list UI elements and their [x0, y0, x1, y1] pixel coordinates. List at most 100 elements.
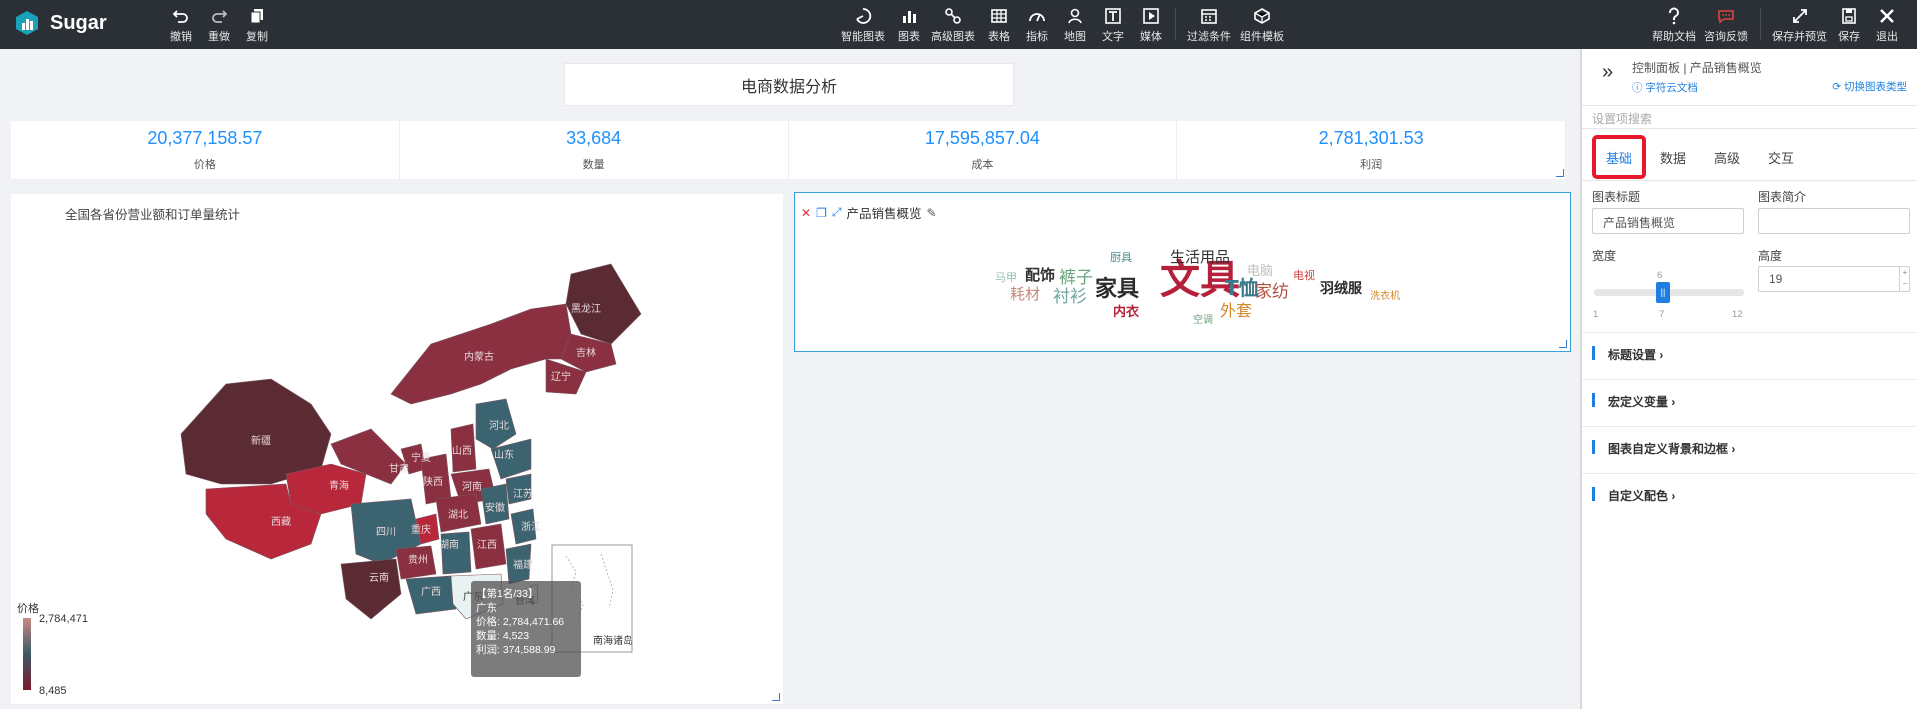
- province-label: 内蒙古: [464, 350, 494, 363]
- filter-button[interactable]: 过滤条件: [1187, 7, 1231, 44]
- help-doc-label: 帮助文档: [1652, 31, 1696, 43]
- resize-handle[interactable]: [772, 693, 780, 701]
- province-label: 青海: [329, 479, 349, 492]
- text-button[interactable]: 文字: [1102, 7, 1124, 44]
- legend-color-bar[interactable]: [23, 618, 31, 690]
- advanced-chart-icon: [945, 8, 961, 24]
- province-region[interactable]: [180, 378, 332, 485]
- kpi-label: 利润: [1360, 159, 1383, 171]
- component-template-button[interactable]: 组件模板: [1240, 7, 1284, 44]
- legend-max: 2,784,471: [39, 613, 88, 625]
- cloud-word[interactable]: 羽绒服: [1320, 278, 1362, 298]
- chart-desc-input[interactable]: [1758, 208, 1910, 234]
- collapse-panel-icon[interactable]: »: [1602, 61, 1613, 84]
- tooltip-price: 价格: 2,784,471.66: [476, 616, 565, 628]
- legend-title: 价格: [17, 603, 39, 615]
- redo-button[interactable]: 重做: [208, 7, 230, 44]
- media-button[interactable]: 媒体: [1140, 7, 1162, 44]
- copy-icon: [250, 9, 263, 24]
- kpi-profit: 2,781,301.53 利润: [1177, 121, 1566, 179]
- settings-search-input[interactable]: 设置项搜索: [1582, 105, 1917, 129]
- edit-icon[interactable]: ✎: [926, 206, 936, 220]
- duplicate-icon[interactable]: ❐: [816, 206, 827, 220]
- help-circle-icon: ⓘ: [1632, 82, 1646, 94]
- stepper-up-icon[interactable]: +: [1900, 267, 1910, 278]
- cloud-word[interactable]: 生活用品: [1170, 246, 1230, 267]
- cloud-word[interactable]: 家具: [1095, 271, 1139, 303]
- exit-button[interactable]: 退出: [1876, 7, 1898, 44]
- chart-title-input[interactable]: 产品销售概览: [1592, 208, 1744, 234]
- table-icon: [991, 9, 1007, 23]
- dashboard-title[interactable]: 电商数据分析: [564, 63, 1014, 106]
- tab-advanced[interactable]: 高级: [1700, 139, 1754, 175]
- cloud-word[interactable]: 马甲: [995, 269, 1017, 285]
- cloud-word[interactable]: 耗材: [1010, 283, 1040, 304]
- panel-breadcrumb: 控制面板 | 产品销售概览: [1632, 61, 1762, 75]
- undo-button[interactable]: 撤销: [170, 7, 192, 44]
- tab-data[interactable]: 数据: [1646, 139, 1700, 175]
- delete-icon[interactable]: ✕: [801, 206, 811, 220]
- section-title-settings[interactable]: 标题设置 ›: [1582, 332, 1917, 378]
- help-doc-button[interactable]: 帮助文档: [1652, 7, 1696, 44]
- section-custom-colors[interactable]: 自定义配色 ›: [1582, 473, 1917, 519]
- word-cloud-card[interactable]: ✕ ❐ ⤢ 产品销售概览 ✎ 文具 家具 生活用品 T恤 家纺 外套 羽绒服 衬衫 裤子 配饰 耗材…: [794, 192, 1571, 352]
- cloud-word[interactable]: 配饰: [1025, 264, 1055, 285]
- metric-button[interactable]: 指标: [1026, 7, 1048, 44]
- tab-basic[interactable]: 基础: [1592, 135, 1646, 179]
- cloud-word[interactable]: 电脑: [1247, 260, 1273, 279]
- province-label: 河南: [462, 480, 482, 493]
- province-label: 福建: [513, 558, 533, 571]
- kpi-label: 数量: [582, 159, 605, 171]
- stepper-down-icon[interactable]: −: [1900, 278, 1910, 289]
- map-pin-icon: [1068, 8, 1082, 24]
- cloud-word[interactable]: 空调: [1193, 311, 1213, 326]
- save-button[interactable]: 保存: [1838, 7, 1860, 44]
- tooltip-province: 广东: [476, 602, 497, 614]
- section-marker: [1592, 440, 1595, 454]
- media-icon: [1143, 8, 1159, 24]
- table-button[interactable]: 表格: [988, 7, 1010, 44]
- save-preview-button[interactable]: 保存并预览: [1772, 7, 1827, 44]
- height-stepper[interactable]: + −: [1899, 267, 1910, 291]
- cloud-word[interactable]: 外套: [1220, 297, 1252, 321]
- cloud-word[interactable]: 裤子: [1059, 263, 1093, 288]
- section-background-border[interactable]: 图表自定义背景和边框 ›: [1582, 426, 1917, 472]
- cloud-word[interactable]: 家纺: [1255, 277, 1289, 302]
- cloud-word[interactable]: 内衣: [1113, 301, 1139, 320]
- width-slider-thumb[interactable]: ||: [1656, 282, 1670, 303]
- feedback-button[interactable]: 咨询反馈: [1704, 7, 1748, 44]
- fullscreen-icon[interactable]: ⤢: [832, 205, 842, 220]
- kpi-row[interactable]: 20,377,158.57 价格 33,684 数量 17,595,857.04…: [11, 121, 1566, 179]
- smart-chart-button[interactable]: 智能图表: [841, 7, 885, 44]
- section-marker: [1592, 487, 1595, 501]
- map-button[interactable]: 地图: [1064, 7, 1086, 44]
- section-macro-variables[interactable]: 宏定义变量 ›: [1582, 379, 1917, 425]
- resize-handle[interactable]: [1559, 340, 1567, 348]
- cloud-word[interactable]: 厨具: [1110, 249, 1132, 265]
- province-region[interactable]: [440, 531, 472, 575]
- top-toolbar: Sugar 撤销 重做 复制 智能图表 图表 高级图表 表格 指标 地图 文字: [0, 0, 1917, 49]
- tooltip-rank: 【第1名/33】: [476, 588, 539, 600]
- resize-handle[interactable]: [1556, 169, 1564, 177]
- cloud-word[interactable]: 洗衣机: [1370, 287, 1400, 302]
- province-label: 吉林: [576, 346, 596, 359]
- app-logo[interactable]: Sugar: [14, 10, 107, 36]
- province-label: 黑龙江: [571, 302, 601, 315]
- tooltip-qty: 数量: 4,523: [476, 630, 530, 642]
- china-map[interactable]: 黑龙江吉林辽宁 内蒙古新疆青海西藏 甘肃宁夏陕西 山西 河北山东河南四川 重庆 湖北 安徽江苏…: [11, 194, 783, 704]
- redo-label: 重做: [208, 31, 230, 43]
- tab-interaction[interactable]: 交互: [1754, 139, 1808, 175]
- advanced-chart-button[interactable]: 高级图表: [931, 7, 975, 44]
- cloud-word[interactable]: 电视: [1293, 267, 1315, 283]
- bar-chart-icon: [903, 11, 916, 23]
- copy-button[interactable]: 复制: [246, 7, 268, 44]
- chart-button[interactable]: 图表: [898, 7, 920, 44]
- height-input[interactable]: 19: [1758, 266, 1910, 292]
- province-region[interactable]: [340, 558, 402, 620]
- china-map-card[interactable]: 全国各省份营业额和订单量统计 黑龙江 吉林 辽宁 内蒙古 新疆 青海 西藏 甘肃 宁夏 陕西 山西河…: [11, 194, 783, 704]
- search-placeholder: 设置项搜索: [1592, 112, 1653, 126]
- undo-icon: [172, 10, 188, 23]
- switch-chart-type-link[interactable]: ⟳ 切换图表类型: [1832, 79, 1907, 94]
- doc-link[interactable]: ⓘ 字符云文档: [1632, 80, 1698, 95]
- app-name: Sugar: [50, 11, 107, 34]
